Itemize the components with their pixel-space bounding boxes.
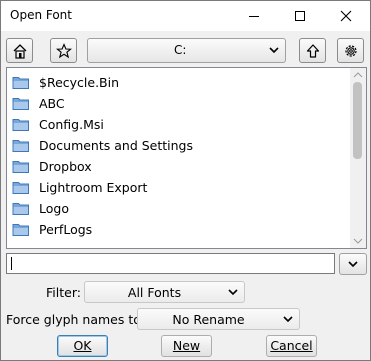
file-list[interactable]: $Recycle.Bin ABC Config.Msi Documents and S…: [6, 67, 367, 249]
list-item[interactable]: Logo: [7, 198, 347, 219]
cancel-button[interactable]: Cancel: [266, 335, 317, 357]
list-item[interactable]: PerfLogs: [7, 219, 347, 240]
list-item[interactable]: $Recycle.Bin: [7, 72, 347, 93]
folder-icon: [12, 182, 29, 194]
list-item-label: ABC: [39, 96, 65, 111]
maximize-button[interactable]: [277, 1, 323, 31]
text-caret: [11, 257, 12, 270]
glyph-names-label: Force glyph names to:: [6, 312, 146, 327]
ok-button[interactable]: OK: [57, 335, 108, 357]
list-item-label: Config.Msi: [39, 117, 104, 132]
list-item[interactable]: ABC: [7, 93, 347, 114]
settings-button[interactable]: [337, 38, 364, 63]
list-item-label: Documents and Settings: [39, 138, 194, 153]
ok-button-label: OK: [73, 338, 92, 353]
glyph-names-select-value: No Rename: [172, 312, 245, 327]
bookmarks-button[interactable]: [50, 38, 77, 63]
scroll-up-icon[interactable]: [350, 69, 366, 81]
list-item[interactable]: Dropbox: [7, 156, 347, 177]
minimize-icon: [249, 16, 259, 17]
title-bar: Open Font: [1, 1, 370, 31]
gear-icon: [344, 44, 357, 57]
home-icon: [13, 43, 26, 59]
cancel-button-label: Cancel: [270, 338, 313, 353]
folder-icon: [12, 98, 29, 110]
chevron-down-icon: [228, 289, 238, 296]
folder-icon: [12, 161, 29, 173]
path-history-button[interactable]: [339, 253, 367, 275]
list-item-label: $Recycle.Bin: [39, 75, 120, 90]
list-item[interactable]: Lightroom Export: [7, 177, 347, 198]
folder-icon: [12, 140, 29, 152]
list-item[interactable]: Config.Msi: [7, 114, 347, 135]
drive-select-value: C:: [174, 43, 187, 57]
minimize-button[interactable]: [231, 1, 277, 31]
new-button-label: New: [172, 338, 201, 353]
scrollbar-thumb[interactable]: [353, 82, 362, 159]
chevron-down-icon: [283, 316, 293, 323]
up-directory-button[interactable]: [299, 38, 326, 63]
scroll-down-icon[interactable]: [350, 235, 366, 247]
close-button[interactable]: [323, 1, 369, 31]
list-item-label: Lightroom Export: [39, 180, 148, 195]
close-icon: [340, 10, 352, 22]
list-item-label: Dropbox: [39, 159, 92, 174]
folder-icon: [12, 119, 29, 131]
folder-icon: [12, 77, 29, 89]
home-button[interactable]: [6, 38, 33, 63]
vertical-scrollbar[interactable]: [350, 68, 366, 248]
list-item-label: PerfLogs: [39, 222, 93, 237]
star-icon: [55, 42, 72, 58]
filter-select[interactable]: All Fonts: [84, 281, 245, 303]
new-button[interactable]: New: [161, 335, 212, 357]
chevron-down-icon: [348, 261, 358, 268]
list-item-label: Logo: [39, 201, 69, 216]
filter-select-value: All Fonts: [127, 285, 182, 300]
up-arrow-icon: [306, 43, 319, 58]
filter-label: Filter:: [46, 285, 81, 300]
folder-icon: [12, 224, 29, 236]
file-path-input[interactable]: [6, 253, 335, 274]
list-item[interactable]: Documents and Settings: [7, 135, 347, 156]
window-title: Open Font: [10, 8, 72, 22]
open-font-dialog: Open Font C: $Recycle.Bin ABC Config.Msi…: [0, 0, 371, 361]
folder-icon: [12, 203, 29, 215]
chevron-down-icon: [269, 47, 279, 54]
maximize-icon: [295, 11, 305, 21]
glyph-names-select[interactable]: No Rename: [137, 308, 300, 330]
drive-select[interactable]: C:: [87, 38, 286, 63]
